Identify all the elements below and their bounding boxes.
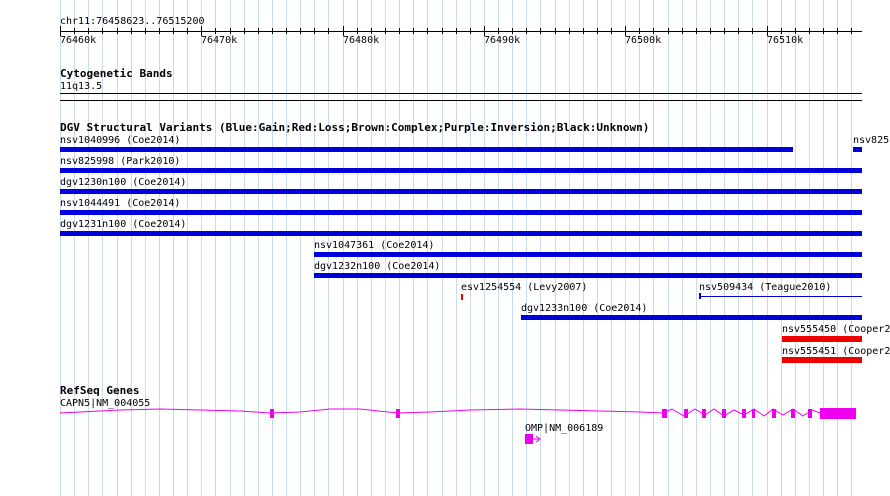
exon (772, 409, 776, 418)
genome-browser-canvas[interactable]: chr11:76458623..76515200 76460k 76470k 7… (0, 0, 890, 496)
exon (752, 409, 755, 418)
exon (396, 409, 400, 418)
exon (270, 409, 274, 418)
exon (662, 409, 667, 418)
exon (702, 409, 706, 418)
exon (742, 409, 746, 418)
exon (808, 409, 812, 418)
exon (791, 409, 795, 418)
gene-omp[interactable] (525, 434, 541, 444)
gene-capn5[interactable] (59, 408, 856, 419)
exon (684, 409, 688, 418)
exon (525, 434, 533, 444)
gene-models[interactable] (0, 0, 890, 496)
gene-intron-line (59, 408, 856, 417)
exon (820, 408, 856, 419)
gene-label[interactable]: OMP|NM_006189 (525, 423, 603, 434)
exon (722, 409, 726, 418)
